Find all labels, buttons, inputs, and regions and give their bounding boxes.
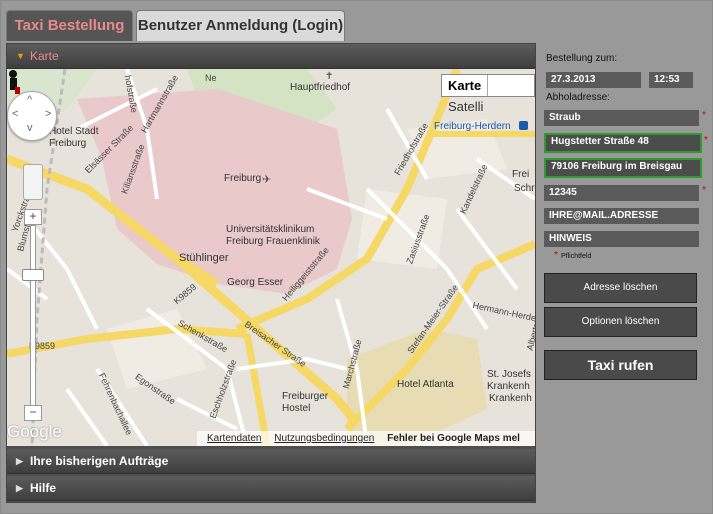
zoom-slider-track[interactable] bbox=[30, 225, 36, 407]
map-kartendaten-link[interactable]: Kartendaten bbox=[207, 433, 262, 444]
accordion-karte[interactable]: ▼ Karte bbox=[7, 44, 535, 69]
map-type-control: KarteSatelli bbox=[441, 74, 535, 114]
clear-address-button[interactable]: Adresse löschen bbox=[544, 273, 697, 303]
map-label-freiburg-airport: Freiburg bbox=[224, 173, 262, 184]
train-station-icon bbox=[519, 121, 528, 130]
map-label-hotel-atlanta: Hotel Atlanta bbox=[397, 379, 454, 390]
map-label-schre: Schre bbox=[514, 183, 535, 194]
required-star: * bbox=[702, 185, 706, 196]
call-taxi-button[interactable]: Taxi rufen bbox=[544, 350, 697, 380]
map-label-freiburg-herdern: Freiburg-Herdern bbox=[434, 121, 511, 132]
left-panel: ▼ Karte Hauptfriedhof Freiburg-Herdern H… bbox=[6, 43, 536, 503]
order-time-label: Bestellung zum: bbox=[546, 53, 618, 64]
zoom-in-button[interactable]: + bbox=[24, 209, 42, 225]
accordion-karte-label: Karte bbox=[30, 49, 59, 63]
phone-field[interactable]: 12345 bbox=[544, 185, 699, 201]
map-label-st-josefs: St. Josefs bbox=[487, 369, 531, 380]
map-label-georg-esser: Georg Esser bbox=[227, 277, 284, 288]
zoom-slider-handle[interactable] bbox=[22, 269, 44, 281]
pan-control[interactable]: ^ v < > bbox=[7, 91, 57, 141]
location-marker-icon bbox=[9, 70, 20, 94]
map-label-hostel: Hostel bbox=[282, 403, 311, 414]
order-time-field[interactable]: 12:53 bbox=[649, 72, 693, 88]
accordion-hilfe[interactable]: ▶ Hilfe bbox=[7, 476, 535, 501]
map-label-hauptfriedhof: Hauptfriedhof bbox=[290, 82, 351, 93]
accordion-orders[interactable]: ▶ Ihre bisherigen Aufträge bbox=[7, 449, 535, 474]
pan-right-icon[interactable]: > bbox=[45, 108, 51, 120]
pan-left-icon[interactable]: < bbox=[12, 108, 18, 120]
chevron-right-icon: ▶ bbox=[16, 456, 23, 466]
map-label-stuehlinger: Stühlinger bbox=[179, 252, 229, 264]
note-field[interactable]: HINWEIS bbox=[544, 231, 699, 247]
map-label-freiburg-hotel: Freiburg bbox=[49, 138, 87, 149]
map-label-krankenhaus-a: Krankenh bbox=[487, 381, 530, 392]
map-label-uniklinik: Universitätsklinikum bbox=[226, 224, 315, 235]
street-field[interactable]: Hugstetter Straße 48 bbox=[544, 133, 702, 153]
map-type-satellit[interactable]: Satelli bbox=[442, 96, 489, 117]
map-report-error-link[interactable]: Fehler bei Google Maps mel bbox=[387, 433, 520, 444]
tab-taxi-bestellung[interactable]: Taxi Bestellung bbox=[6, 10, 133, 41]
pan-up-icon[interactable]: ^ bbox=[27, 94, 32, 106]
tab-benutzer-anmeldung[interactable]: Benutzer Anmeldung (Login) bbox=[136, 10, 345, 41]
name-field[interactable]: Straub bbox=[544, 110, 699, 126]
airplane-icon: ✈ bbox=[262, 174, 272, 186]
map-label-hotel-stadt: Hotel Stadt bbox=[49, 126, 99, 137]
map-label-freiburger: Freiburger bbox=[282, 391, 329, 402]
cross-icon: ✝ bbox=[325, 71, 334, 82]
required-hint-text: Pflichtfeld bbox=[561, 253, 592, 260]
required-hint-star: * bbox=[554, 250, 558, 261]
order-date-field[interactable]: 27.3.2013 bbox=[546, 72, 641, 88]
required-star: * bbox=[702, 110, 706, 121]
city-field[interactable]: 79106 Freiburg im Breisgau bbox=[544, 158, 702, 178]
pegman-icon[interactable] bbox=[23, 164, 43, 200]
accordion-orders-label: Ihre bisherigen Aufträge bbox=[30, 454, 169, 468]
zoom-out-button[interactable]: − bbox=[24, 405, 42, 421]
map-street-ne: Ne bbox=[205, 73, 217, 83]
chevron-down-icon: ▼ bbox=[16, 51, 25, 61]
google-logo: Google bbox=[7, 422, 62, 441]
map-label-frei: Frei bbox=[512, 169, 530, 180]
pan-down-icon[interactable]: v bbox=[27, 122, 33, 134]
email-field[interactable]: IHRE@MAIL.ADRESSE bbox=[544, 208, 699, 224]
map-attribution-bar: Kartendaten Nutzungsbedingungen Fehler b… bbox=[197, 431, 535, 446]
required-star: * bbox=[704, 135, 708, 146]
pickup-address-label: Abholadresse: bbox=[546, 92, 610, 103]
chevron-right-icon: ▶ bbox=[16, 483, 23, 493]
map-view[interactable]: Hauptfriedhof Freiburg-Herdern Hotel Sta… bbox=[7, 69, 535, 446]
accordion-hilfe-label: Hilfe bbox=[30, 481, 57, 495]
map-label-krankenhaus-b: Krankenh bbox=[489, 393, 532, 404]
clear-options-button[interactable]: Optionen löschen bbox=[544, 307, 697, 337]
map-label-frauenklinik: Freiburg Frauenklinik bbox=[226, 236, 320, 247]
map-type-karte[interactable]: Karte bbox=[442, 75, 489, 96]
app-frame: Taxi Bestellung Benutzer Anmeldung (Logi… bbox=[0, 0, 713, 514]
map-terms-link[interactable]: Nutzungsbedingungen bbox=[274, 433, 374, 444]
